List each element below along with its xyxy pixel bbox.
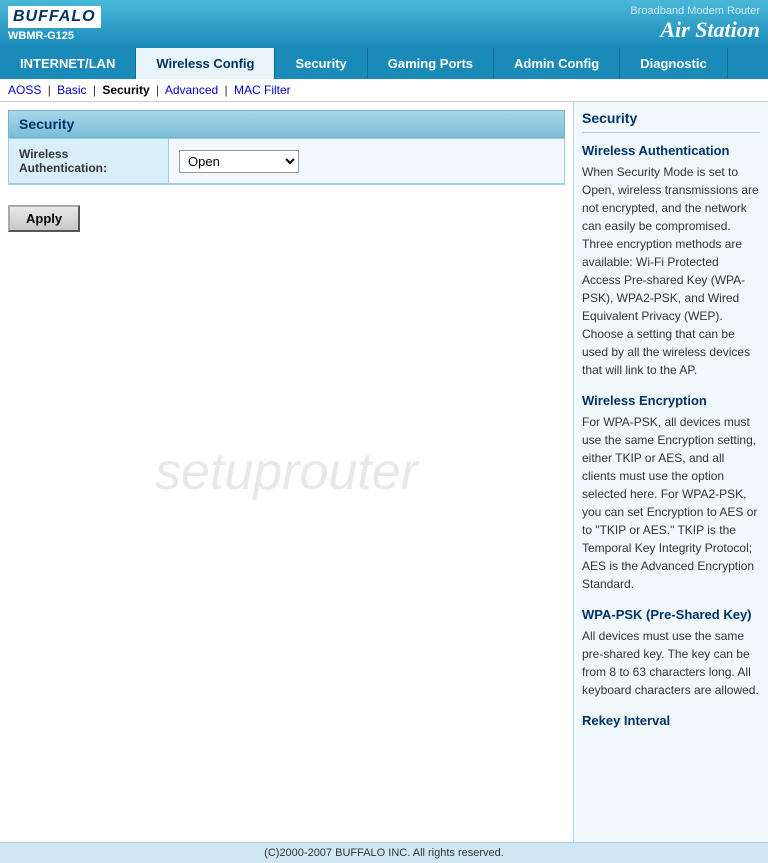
logo-area: BUFFALO WBMR-G125 [8,6,101,42]
auth-select[interactable]: Open WPA-PSK WPA2-PSK WEP [179,150,299,173]
main-layout: Security WirelessAuthentication: Open WP… [0,102,768,842]
tab-internet-lan[interactable]: INTERNET/LAN [0,48,136,79]
auth-label: WirelessAuthentication: [9,139,169,183]
sidebar-scrollable[interactable]: Security Wireless Authentication When Se… [574,102,768,842]
sidebar-heading-2: WPA-PSK (Pre-Shared Key) [582,607,760,622]
sidebar-heading-1: Wireless Encryption [582,393,760,408]
airstation-area: Broadband Modem Router Air Station [630,5,760,43]
sidebar-heading-3: Rekey Interval [582,713,760,728]
sub-nav: AOSS | Basic | Security | Advanced | MAC… [0,79,768,102]
model-name: WBMR-G125 [8,30,101,42]
form-table: WirelessAuthentication: Open WPA-PSK WPA… [8,138,565,185]
subnav-basic[interactable]: Basic [57,83,86,97]
nav-tabs: INTERNET/LAN Wireless Config Security Ga… [0,48,768,79]
tab-diagnostic[interactable]: Diagnostic [620,48,727,79]
subnav-advanced[interactable]: Advanced [165,83,218,97]
footer: (C)2000-2007 BUFFALO INC. All rights res… [0,842,768,863]
auth-value: Open WPA-PSK WPA2-PSK WEP [169,139,564,183]
subnav-aoss[interactable]: AOSS [8,83,41,97]
sidebar-title: Security [582,110,760,126]
apply-button[interactable]: Apply [8,205,80,232]
auth-row: WirelessAuthentication: Open WPA-PSK WPA… [9,139,564,184]
right-sidebar: Security Wireless Authentication When Se… [573,102,768,842]
buffalo-logo: BUFFALO [8,6,101,28]
section-title: Security [8,110,565,138]
tab-admin-config[interactable]: Admin Config [494,48,620,79]
tab-wireless-config[interactable]: Wireless Config [136,48,275,79]
header: BUFFALO WBMR-G125 Broadband Modem Router… [0,0,768,48]
tab-gaming-ports[interactable]: Gaming Ports [368,48,494,79]
airstation-logo: Air Station [630,17,760,43]
subnav-mac-filter[interactable]: MAC Filter [234,83,291,97]
sidebar-divider [582,132,760,133]
tab-security[interactable]: Security [275,48,367,79]
broadband-text: Broadband Modem Router [630,5,760,17]
left-content: Security WirelessAuthentication: Open WP… [0,102,573,842]
sidebar-text-0: When Security Mode is set to Open, wirel… [582,163,760,379]
watermark: setuprouter [155,442,418,502]
apply-area: Apply [8,195,565,232]
sidebar-heading-0: Wireless Authentication [582,143,760,158]
subnav-security-active: Security [102,83,149,97]
footer-text: (C)2000-2007 BUFFALO INC. All rights res… [264,847,504,859]
sidebar-text-1: For WPA-PSK, all devices must use the sa… [582,413,760,593]
sidebar-text-2: All devices must use the same pre-shared… [582,627,760,699]
